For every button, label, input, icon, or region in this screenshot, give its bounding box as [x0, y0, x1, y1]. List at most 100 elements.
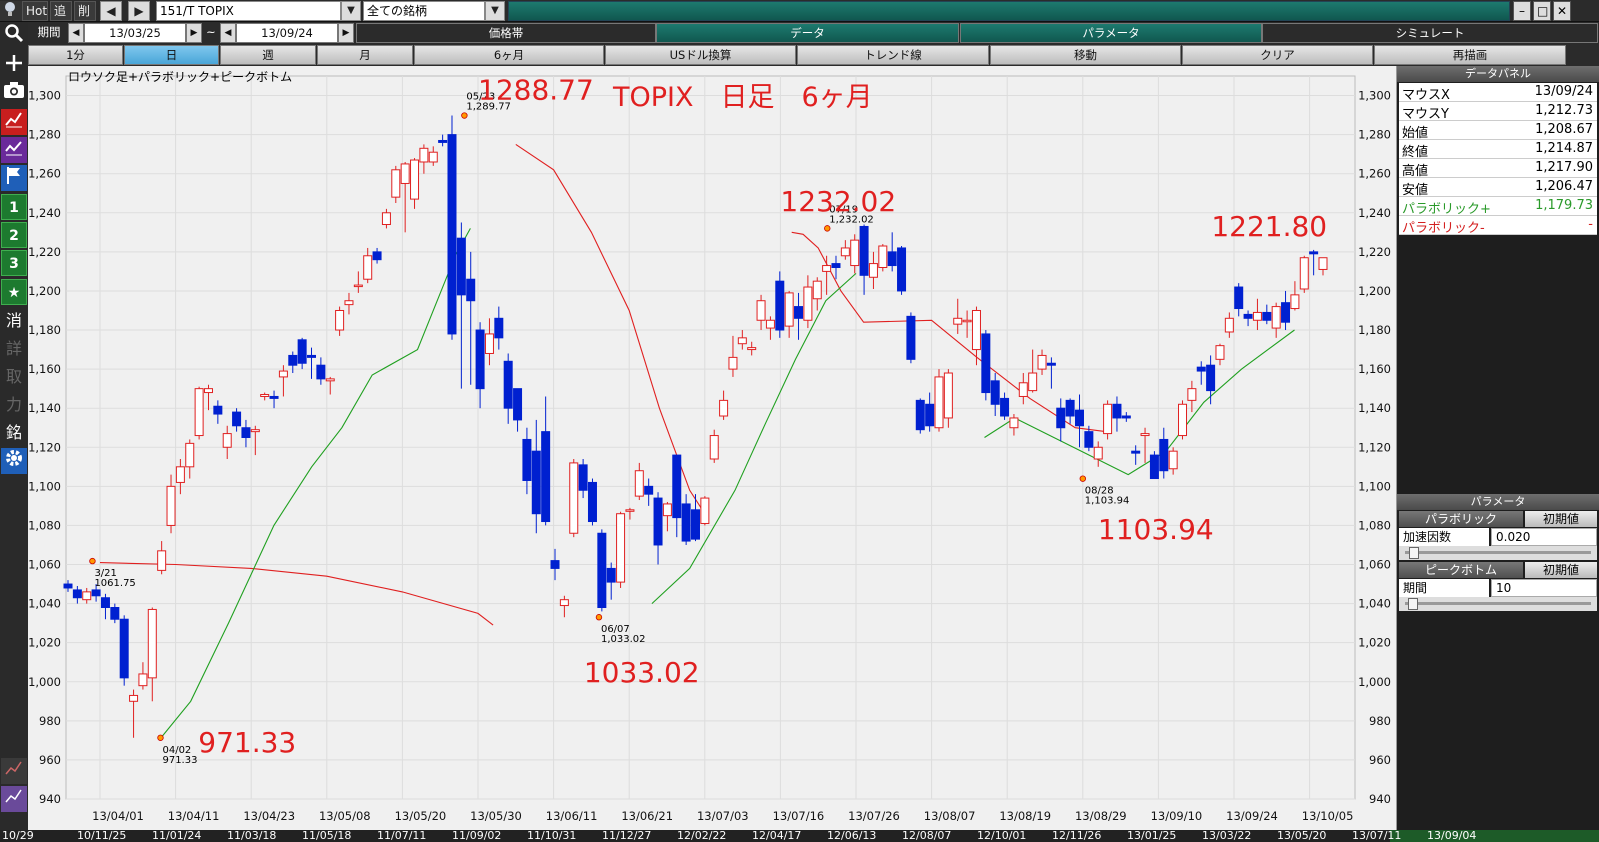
plus-icon[interactable]: [1, 53, 27, 79]
accel-slider-handle[interactable]: [1409, 547, 1419, 559]
line-chart-red-icon[interactable]: [1, 109, 27, 135]
usd-convert-button[interactable]: USドル換算: [605, 45, 796, 65]
date-to-input[interactable]: 13/09/24: [236, 23, 338, 43]
tilde-label: ~: [203, 23, 219, 43]
prev-symbol-button[interactable]: ◀: [100, 1, 122, 21]
preset-2-button[interactable]: 2: [1, 222, 27, 248]
data-panel-value: 1,212.73: [1535, 103, 1593, 118]
timeline-date: 10/29: [2, 830, 34, 842]
candle-body: [1243, 313, 1253, 319]
chart-area[interactable]: 05/23 1,289.77 06/07 1,033.02 07/19 1,232.02 0…: [28, 66, 1397, 830]
close-icon[interactable]: ✕: [1553, 1, 1571, 21]
candle-body: [887, 251, 897, 267]
candlestick-chart[interactable]: 05/231,289.7706/071,033.0207/191,232.020…: [28, 66, 1397, 830]
peak-marker: [157, 734, 164, 741]
trade-button[interactable]: 取: [1, 364, 27, 390]
tab-daily[interactable]: 日: [124, 45, 219, 65]
period-slider-handle[interactable]: [1408, 598, 1418, 610]
tab-data[interactable]: データ: [656, 23, 959, 43]
data-panel-row: マウスX 13/09/24: [1399, 83, 1597, 103]
period-input[interactable]: 10: [1491, 579, 1597, 597]
search-icon[interactable]: [1, 23, 27, 49]
add-button[interactable]: 追: [50, 1, 72, 21]
line-chart-purple-icon[interactable]: [1, 137, 27, 163]
timeline-date: 11/05/18: [302, 830, 352, 842]
accel-slider[interactable]: [1399, 546, 1597, 560]
period-slider[interactable]: [1399, 597, 1597, 611]
tab-price-band[interactable]: 価格帯: [356, 23, 656, 43]
camera-icon[interactable]: [1, 81, 27, 107]
stock-button[interactable]: 銘: [1, 420, 27, 446]
delete-button[interactable]: 削: [74, 1, 96, 21]
peak-marker: [461, 112, 468, 119]
candle-body: [1215, 345, 1225, 360]
detail-button[interactable]: 詳: [1, 336, 27, 362]
maximize-icon[interactable]: □: [1533, 1, 1551, 21]
tab-weekly[interactable]: 週: [220, 45, 316, 65]
date-to-prev-icon[interactable]: ◀: [220, 23, 236, 43]
tab-6month[interactable]: 6ヶ月: [414, 45, 604, 65]
erase-button[interactable]: 消: [1, 308, 27, 334]
tab-parameters[interactable]: パラメータ: [960, 23, 1262, 43]
accel-input[interactable]: 0.020: [1491, 528, 1597, 546]
y-tick-label-right: 1,080: [1358, 518, 1391, 532]
move-button[interactable]: 移動: [990, 45, 1181, 65]
data-panel-key: パラボリック-: [1402, 221, 1485, 236]
candle-body: [737, 337, 747, 345]
x-tick-label: 13/05/20: [395, 809, 447, 823]
clear-button[interactable]: クリア: [1182, 45, 1373, 65]
tab-1min[interactable]: 1分: [28, 45, 123, 65]
favorite-button[interactable]: ★: [1, 279, 27, 305]
x-tick-label: 13/07/03: [697, 809, 749, 823]
candle-body: [428, 151, 438, 163]
universe-select[interactable]: 全ての銘柄: [363, 1, 485, 21]
candle-body: [1262, 311, 1272, 321]
input-button[interactable]: 力: [1, 392, 27, 418]
left-toolbar: 1 2 3 ★ 消 詳 取 力 銘: [0, 22, 28, 830]
timeline-selection[interactable]: [1390, 830, 1599, 842]
y-tick-label-left: 960: [39, 753, 61, 767]
redraw-button[interactable]: 再描画: [1374, 45, 1566, 65]
candle-body: [241, 427, 251, 439]
chart-title: TOPIX 日足 6ヶ月: [613, 82, 873, 113]
date-from-next-icon[interactable]: ▶: [186, 23, 202, 43]
hot-button[interactable]: Hot: [22, 1, 48, 21]
next-symbol-button[interactable]: ▶: [128, 1, 150, 21]
candle-body: [438, 139, 448, 143]
candle-body: [166, 485, 176, 526]
candle-body: [484, 333, 494, 354]
flag-icon[interactable]: [1, 165, 27, 191]
chart-mini-purple-icon[interactable]: [1, 786, 27, 812]
gear-icon[interactable]: [1, 448, 27, 474]
x-tick-label: 13/09/10: [1151, 809, 1203, 823]
date-to-next-icon[interactable]: ▶: [338, 23, 354, 43]
lightbulb-icon[interactable]: [0, 1, 22, 21]
preset-3-button[interactable]: 3: [1, 250, 27, 276]
symbol-input[interactable]: 151/T TOPIX: [156, 1, 341, 21]
top-toolbar: Hot 追 削 ◀ ▶ 151/T TOPIX ▼ 全ての銘柄 ▼ – □ ✕: [0, 0, 1599, 22]
peakbottom-reset-button[interactable]: 初期値: [1525, 562, 1597, 578]
y-tick-label-left: 1,140: [28, 401, 61, 415]
universe-dropdown-icon[interactable]: ▼: [485, 1, 505, 21]
trend-line-button[interactable]: トレンド線: [797, 45, 989, 65]
preset-1-button[interactable]: 1: [1, 194, 27, 220]
x-tick-label: 13/05/08: [319, 809, 371, 823]
tab-simulate[interactable]: シミュレート: [1262, 23, 1598, 43]
data-panel-value: 1,214.87: [1535, 141, 1593, 156]
candle-body: [850, 239, 860, 267]
tab-monthly[interactable]: 月: [317, 45, 413, 65]
symbol-dropdown-icon[interactable]: ▼: [341, 1, 361, 21]
header-row: 期間 ◀ 13/03/25 ▶ ~ ◀ 13/09/24 ▶ 価格帯 データ パ…: [28, 22, 1599, 44]
chart-mini-icon[interactable]: [1, 758, 27, 784]
candle-body: [503, 360, 513, 409]
parabolic-reset-button[interactable]: 初期値: [1525, 511, 1597, 527]
candle-body: [569, 462, 579, 534]
y-tick-label-right: 1,040: [1358, 597, 1391, 611]
x-tick-label: 13/06/21: [621, 809, 673, 823]
date-from-prev-icon[interactable]: ◀: [68, 23, 84, 43]
candle-body: [634, 470, 644, 497]
overview-timeline[interactable]: 10/29 10/11/25 11/01/24 11/03/18 11/05/18 11/…: [0, 830, 1599, 842]
minimize-icon[interactable]: –: [1513, 1, 1531, 21]
candle-body: [1318, 257, 1328, 270]
date-from-input[interactable]: 13/03/25: [84, 23, 186, 43]
